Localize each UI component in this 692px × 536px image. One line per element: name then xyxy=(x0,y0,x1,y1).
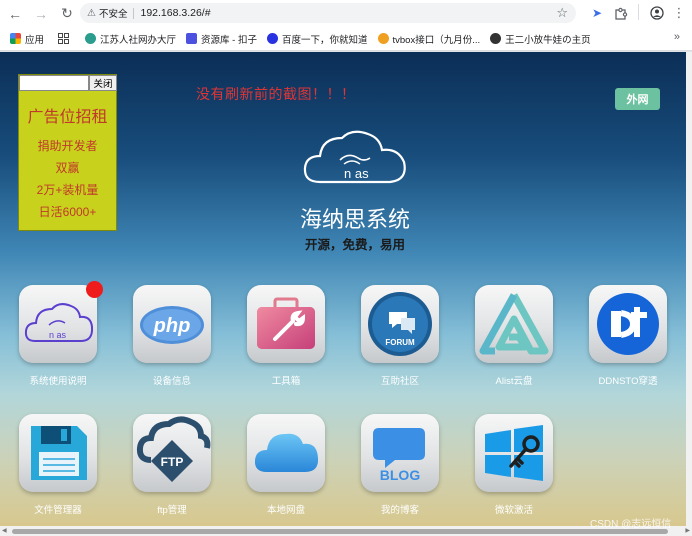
app-label: 我的博客 xyxy=(380,505,419,516)
logo-text: n as xyxy=(344,166,369,181)
coze-site-icon xyxy=(186,33,198,44)
bookmarks-bar: 应用 江苏人社网办大厅 资源库 - 扣子 百度一下，你就知道 tvbox接口（九… xyxy=(0,27,692,51)
php-icon: php xyxy=(140,306,204,344)
bookmark-star-icon[interactable]: ☆ xyxy=(556,5,568,21)
app-label: ftp管理 xyxy=(157,505,187,516)
menu-kebab-icon[interactable]: ⋮ xyxy=(670,4,688,22)
blog-icon: BLOG xyxy=(373,428,425,483)
tab-groups-icon[interactable] xyxy=(58,33,70,44)
jiangsu-site-icon xyxy=(85,33,97,44)
watermark-text: CSDN @志远恒信 xyxy=(590,519,672,530)
svg-text:php: php xyxy=(153,315,191,337)
bookmark-item[interactable]: 王二小放牛娃の主页 xyxy=(490,32,591,46)
system-name: 海纳思系统 xyxy=(299,207,410,232)
app-label: 微软激活 xyxy=(494,505,533,516)
app-label: DDNSTO穿透 xyxy=(598,376,658,387)
app-label: 互助社区 xyxy=(380,376,419,387)
tvbox-site-icon xyxy=(377,33,389,44)
bookmark-item[interactable]: 资源库 - 扣子 xyxy=(186,32,257,46)
external-network-button[interactable]: 外网 xyxy=(615,88,660,110)
bookmark-item[interactable]: tvbox接口（九月份... xyxy=(377,32,480,46)
notification-dot xyxy=(86,281,103,298)
bookmark-item[interactable]: 百度一下，你就知道 xyxy=(266,32,368,46)
app-label: 文件管理器 xyxy=(34,505,82,516)
ad-line: 双赢 xyxy=(55,161,80,175)
bookmark-apps[interactable]: 应用 xyxy=(10,32,44,46)
horizontal-scrollbar[interactable]: ◀ ▶ xyxy=(0,526,692,536)
reload-icon[interactable]: ↻ xyxy=(56,3,78,25)
ftp-icon: FTP xyxy=(136,416,211,482)
ad-line: 2万+装机量 xyxy=(36,183,99,197)
app-label: Alist云盘 xyxy=(495,376,533,387)
more-bookmarks-icon[interactable]: » xyxy=(674,31,680,43)
url-text: 192.168.3.26/# xyxy=(140,7,211,19)
apps-grid-icon xyxy=(10,33,21,44)
system-subtitle: 开源，免费，易用 xyxy=(304,238,405,252)
bookmark-item[interactable]: 江苏人社网办大厅 xyxy=(85,32,176,46)
ad-text-input[interactable] xyxy=(19,75,89,91)
ad-line: 捐助开发者 xyxy=(37,139,98,153)
scrollbar-thumb[interactable] xyxy=(12,529,668,534)
blog-text: BLOG xyxy=(380,467,421,483)
scroll-left-arrow-icon[interactable]: ◀ xyxy=(2,527,7,534)
extensions-puzzle-icon[interactable] xyxy=(612,4,630,22)
nas-homepage: 关闭 广告位招租 捐助开发者 双赢 2万+装机量 日活6000+ 没有刷新前的截… xyxy=(0,52,686,526)
scroll-right-arrow-icon[interactable]: ▶ xyxy=(685,527,690,534)
ad-close-button[interactable]: 关闭 xyxy=(89,75,117,91)
nas-cloud-logo-icon: n as xyxy=(303,130,406,184)
forum-text: FORUM xyxy=(385,338,415,347)
baidu-paw-icon xyxy=(266,33,278,44)
svg-text:n as: n as xyxy=(49,330,67,340)
vertical-scrollbar[interactable] xyxy=(686,52,692,526)
nas-cloud-icon: n as xyxy=(24,303,94,342)
app-label: 本地网盘 xyxy=(266,505,305,516)
ad-title: 广告位招租 xyxy=(27,109,108,126)
ddnsto-icon xyxy=(597,293,659,355)
forum-icon: FORUM xyxy=(368,292,432,356)
back-icon[interactable]: ← xyxy=(4,3,26,25)
forward-icon[interactable]: → xyxy=(30,3,52,25)
warning-icon: ⚠ xyxy=(87,7,96,19)
address-bar[interactable]: ⚠ 不安全 192.168.3.26/# ☆ xyxy=(80,3,576,23)
profile-icon[interactable] xyxy=(648,4,666,22)
cloud-icon xyxy=(254,433,319,472)
alist-icon xyxy=(479,293,549,355)
ftp-text: FTP xyxy=(161,455,184,469)
app-label: 工具箱 xyxy=(271,376,301,387)
browser-toolbar: ← → ↻ ⚠ 不安全 192.168.3.26/# ☆ ➤ ⋮ xyxy=(0,0,692,27)
extension-bird-icon[interactable]: ➤ xyxy=(588,4,606,22)
app-label: 设备信息 xyxy=(152,376,191,387)
notice-text: 没有刷新前的截图！！！ xyxy=(196,86,356,102)
windows-key-icon xyxy=(485,425,543,481)
blog-site-icon xyxy=(490,33,502,44)
app-label: 系统使用说明 xyxy=(29,376,87,387)
toolbox-icon xyxy=(257,297,315,349)
floppy-icon xyxy=(31,426,87,480)
security-label: 不安全 xyxy=(98,9,128,20)
